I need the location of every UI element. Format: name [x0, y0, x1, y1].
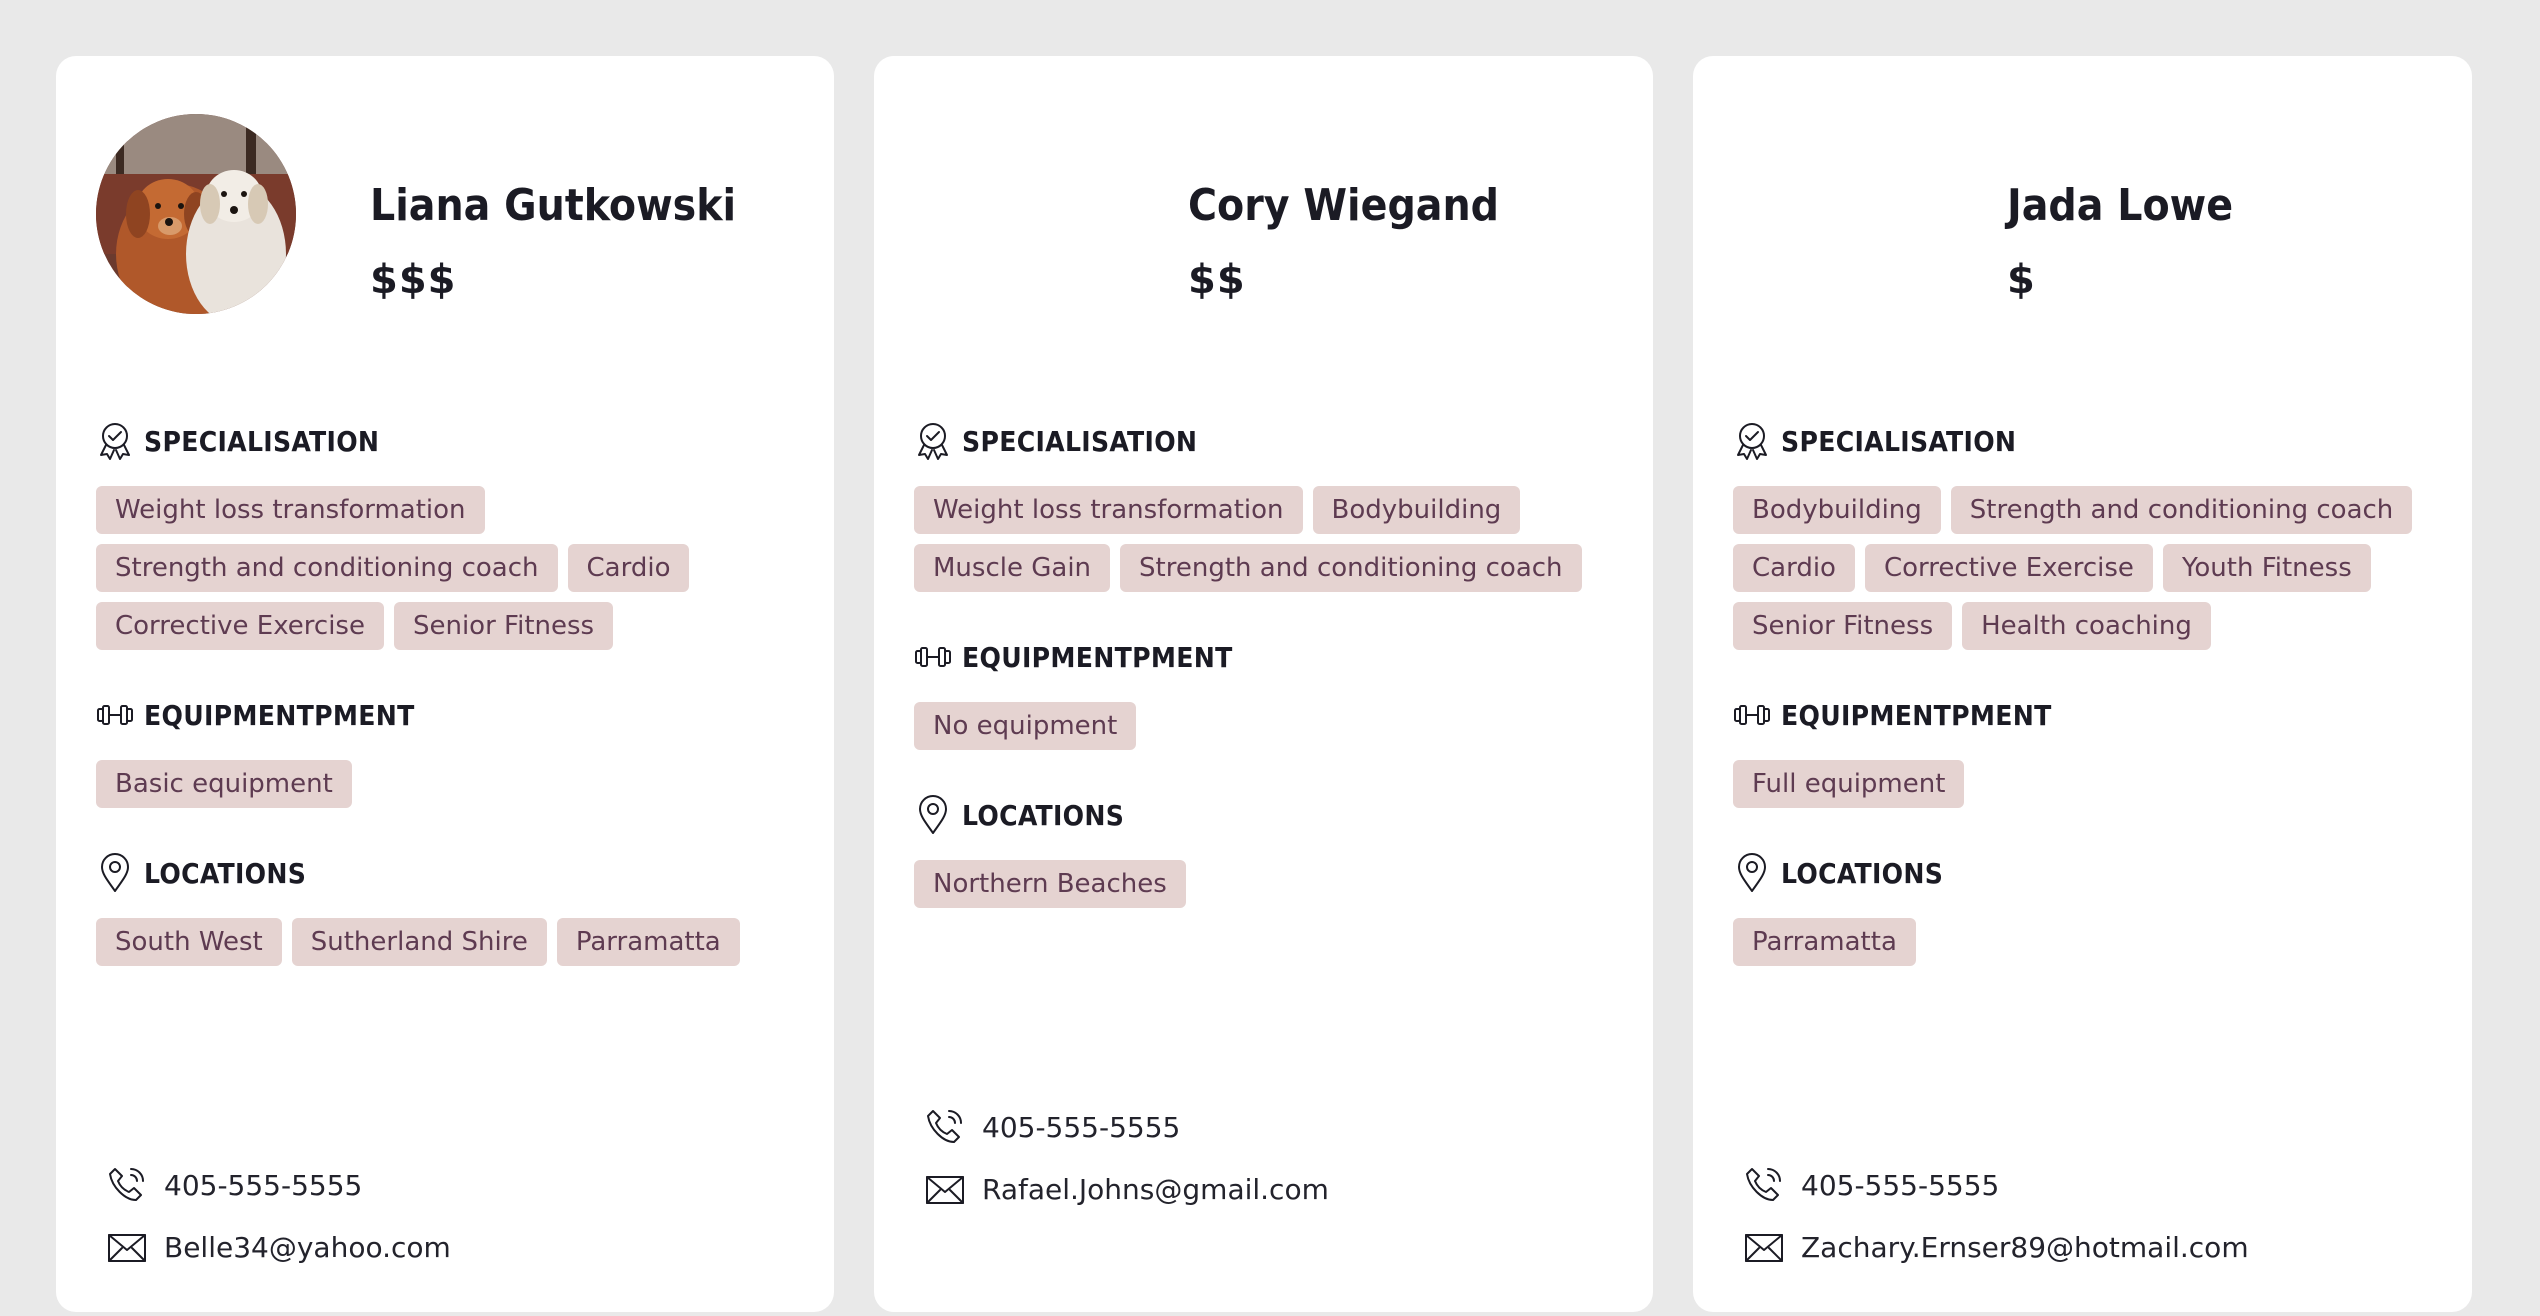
trainer-name: Liana Gutkowski: [370, 180, 737, 231]
section-title: LOCATIONS: [1781, 856, 1944, 890]
equipment-heading: EQUIPMENTPMENT: [914, 636, 1233, 678]
phone-icon: [104, 1162, 150, 1208]
specialisation-tags: Weight loss transformation Bodybuilding …: [914, 486, 1613, 592]
phone-row[interactable]: 405-555-5555: [1741, 1160, 1999, 1210]
email-address[interactable]: Belle34@yahoo.com: [164, 1231, 451, 1264]
email-row[interactable]: Rafael.Johns@gmail.com: [922, 1164, 1329, 1214]
tag: Strength and conditioning coach: [1120, 544, 1582, 592]
section-title: EQUIPMENTPMENT: [962, 640, 1233, 674]
trainer-card[interactable]: Cory Wiegand $$ SPECIALISATION Weight lo…: [874, 56, 1653, 1312]
phone-icon: [922, 1104, 968, 1150]
phone-row[interactable]: 405-555-5555: [104, 1160, 362, 1210]
price-tier: $: [2007, 257, 2036, 303]
equipment-tags: Full equipment: [1733, 760, 2432, 808]
specialisation-tags: Weight loss transformation Strength and …: [96, 486, 794, 650]
section-title: SPECIALISATION: [962, 424, 1198, 458]
locations-heading: LOCATIONS: [96, 852, 306, 894]
location-tags: Northern Beaches: [914, 860, 1613, 908]
tag: Weight loss transformation: [96, 486, 485, 534]
tag: Senior Fitness: [1733, 602, 1953, 650]
email-row[interactable]: Zachary.Ernser89@hotmail.com: [1741, 1222, 2249, 1272]
section-title: SPECIALISATION: [144, 424, 380, 458]
section-title: SPECIALISATION: [1781, 424, 2017, 458]
map-pin-icon: [96, 852, 134, 894]
tag: Cardio: [567, 544, 690, 592]
tag: No equipment: [914, 702, 1137, 750]
trainer-card[interactable]: Jada Lowe $ SPECIALISATION Bodybuilding …: [1693, 56, 2472, 1312]
location-tags: South West Sutherland Shire Parramatta: [96, 918, 794, 966]
tag: Weight loss transformation: [914, 486, 1303, 534]
phone-number[interactable]: 405-555-5555: [1801, 1169, 1999, 1202]
phone-icon: [1741, 1162, 1787, 1208]
tag: Cardio: [1733, 544, 1855, 592]
tag: Youth Fitness: [2162, 544, 2371, 592]
avatar: [96, 114, 296, 314]
award-badge-icon: [914, 420, 952, 462]
email-row[interactable]: Belle34@yahoo.com: [104, 1222, 451, 1272]
section-title: EQUIPMENTPMENT: [1781, 698, 2052, 732]
location-tags: Parramatta: [1733, 918, 2432, 966]
tag: Northern Beaches: [914, 860, 1186, 908]
tag: South West: [96, 918, 282, 966]
tag: Corrective Exercise: [96, 602, 384, 650]
tag: Parramatta: [1733, 918, 1916, 966]
tag: Corrective Exercise: [1864, 544, 2153, 592]
dumbbell-icon: [1733, 694, 1771, 736]
trainer-name: Jada Lowe: [2007, 180, 2234, 231]
equipment-tags: Basic equipment: [96, 760, 794, 808]
price-tier: $$: [1188, 257, 1246, 303]
award-badge-icon: [1733, 420, 1771, 462]
envelope-icon: [1741, 1224, 1787, 1270]
tag: Full equipment: [1733, 760, 1965, 808]
specialisation-heading: SPECIALISATION: [914, 420, 1197, 462]
equipment-heading: EQUIPMENTPMENT: [1733, 694, 2052, 736]
specialisation-heading: SPECIALISATION: [1733, 420, 2016, 462]
tag: Bodybuilding: [1312, 486, 1521, 534]
dumbbell-icon: [914, 636, 952, 678]
map-pin-icon: [1733, 852, 1771, 894]
section-title: LOCATIONS: [144, 856, 307, 890]
locations-heading: LOCATIONS: [1733, 852, 1943, 894]
trainer-card[interactable]: Liana Gutkowski $$$ SPECIALISATION Weigh…: [56, 56, 834, 1312]
email-address[interactable]: Rafael.Johns@gmail.com: [982, 1173, 1329, 1206]
email-address[interactable]: Zachary.Ernser89@hotmail.com: [1801, 1231, 2249, 1264]
phone-number[interactable]: 405-555-5555: [982, 1111, 1180, 1144]
tag: Sutherland Shire: [291, 918, 547, 966]
dumbbell-icon: [96, 694, 134, 736]
tag: Strength and conditioning coach: [96, 544, 558, 592]
section-title: LOCATIONS: [962, 798, 1125, 832]
envelope-icon: [922, 1166, 968, 1212]
tag: Parramatta: [556, 918, 740, 966]
tag: Bodybuilding: [1733, 486, 1941, 534]
locations-heading: LOCATIONS: [914, 794, 1124, 836]
tag: Senior Fitness: [393, 602, 614, 650]
phone-number[interactable]: 405-555-5555: [164, 1169, 362, 1202]
specialisation-tags: Bodybuilding Strength and conditioning c…: [1733, 486, 2432, 650]
price-tier: $$$: [370, 257, 457, 303]
trainer-name: Cory Wiegand: [1188, 180, 1500, 231]
envelope-icon: [104, 1224, 150, 1270]
section-title: EQUIPMENTPMENT: [144, 698, 415, 732]
map-pin-icon: [914, 794, 952, 836]
tag: Basic equipment: [96, 760, 352, 808]
tag: Health coaching: [1962, 602, 2211, 650]
phone-row[interactable]: 405-555-5555: [922, 1102, 1180, 1152]
equipment-heading: EQUIPMENTPMENT: [96, 694, 415, 736]
equipment-tags: No equipment: [914, 702, 1613, 750]
specialisation-heading: SPECIALISATION: [96, 420, 379, 462]
tag: Muscle Gain: [914, 544, 1111, 592]
award-badge-icon: [96, 420, 134, 462]
tag: Strength and conditioning coach: [1950, 486, 2413, 534]
